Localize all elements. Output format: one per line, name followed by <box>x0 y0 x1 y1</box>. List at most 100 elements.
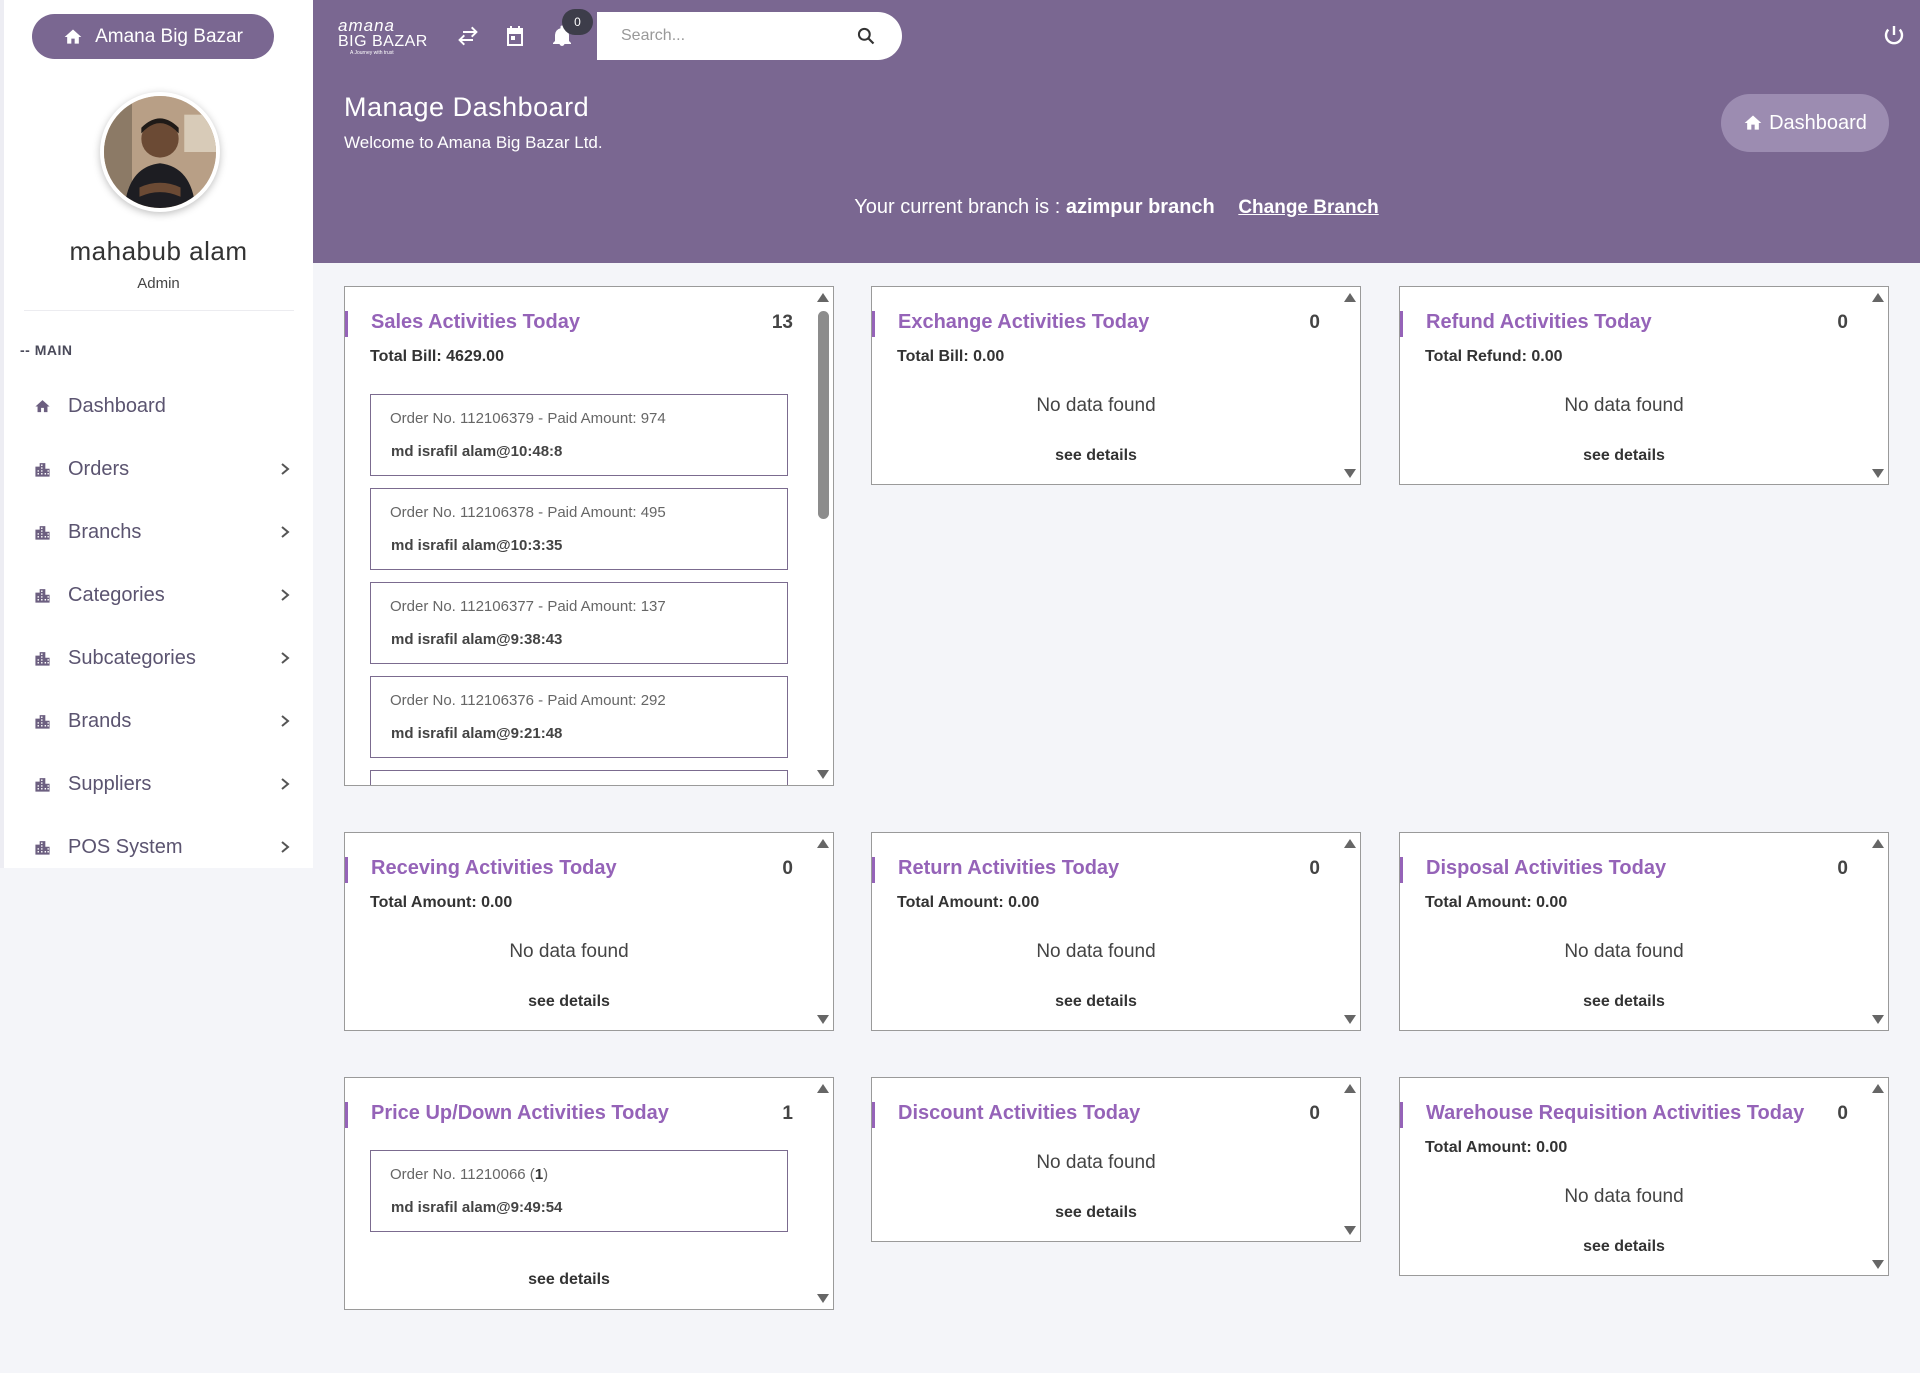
order-info: Order No. 112106378 - Paid Amount: 495 <box>390 504 666 521</box>
sidebar-item-label: Orders <box>68 458 130 480</box>
chevron-right-icon <box>279 523 291 541</box>
scroll-down-arrow-icon[interactable] <box>1344 1015 1356 1024</box>
return-activities-card: Return Activities Today 0 Total Amount: … <box>871 832 1361 1031</box>
search-icon[interactable] <box>856 26 876 46</box>
scrollbar-thumb[interactable] <box>818 311 829 519</box>
see-details-link[interactable]: see details <box>872 447 1320 465</box>
search-input[interactable] <box>597 13 837 59</box>
scroll-up-arrow-icon[interactable] <box>817 1084 829 1093</box>
logo-text: BIG BAZAR <box>338 33 428 50</box>
no-data-message: No data found <box>1036 1152 1156 1173</box>
card-title: Sales Activities Today <box>371 311 580 333</box>
card-title: Refund Activities Today <box>1426 311 1652 333</box>
scroll-up-arrow-icon[interactable] <box>817 293 829 302</box>
brand-button-label: Amana Big Bazar <box>95 25 243 47</box>
scroll-down-arrow-icon[interactable] <box>1872 1015 1884 1024</box>
scroll-down-arrow-icon[interactable] <box>1872 469 1884 478</box>
order-entry-partial[interactable] <box>370 770 788 785</box>
chevron-right-icon <box>279 838 291 856</box>
see-details-link[interactable]: see details <box>872 993 1320 1011</box>
building-icon <box>34 523 54 543</box>
notification-count-badge: 0 <box>562 9 593 35</box>
card-header: Refund Activities Today 0 <box>1400 311 1848 337</box>
card-count: 0 <box>1309 1103 1320 1124</box>
card-count: 0 <box>1309 312 1320 333</box>
brand-home-button[interactable]: Amana Big Bazar <box>32 14 274 59</box>
order-entry[interactable]: Order No. 112106378 - Paid Amount: 495 m… <box>370 488 788 570</box>
order-user: md israfil alam@9:49:54 <box>391 1199 563 1216</box>
no-data-message: No data found <box>1564 395 1684 416</box>
see-details-link[interactable]: see details <box>1400 993 1848 1011</box>
sidebar-item-suppliers[interactable]: Suppliers <box>4 753 313 816</box>
power-icon[interactable] <box>1882 23 1906 47</box>
see-details-link[interactable]: see details <box>872 1204 1320 1222</box>
card-count: 0 <box>1837 1103 1848 1124</box>
sidebar-item-label: Brands <box>68 710 132 732</box>
exchange-activities-card: Exchange Activities Today 0 Total Bill: … <box>871 286 1361 485</box>
order-entry[interactable]: Order No. 112106376 - Paid Amount: 292 m… <box>370 676 788 758</box>
sidebar-item-pos-system[interactable]: POS System <box>4 816 313 879</box>
no-data-message: No data found <box>1564 941 1684 962</box>
card-header: Warehouse Requisition Activities Today 0 <box>1400 1102 1848 1128</box>
scroll-down-arrow-icon[interactable] <box>1344 1226 1356 1235</box>
order-info: Order No. 112106379 - Paid Amount: 974 <box>390 410 666 427</box>
current-branch-line: Your current branch is : azimpur branch … <box>313 196 1920 219</box>
sidebar-item-categories[interactable]: Categories <box>4 564 313 627</box>
see-details-link[interactable]: see details <box>1400 447 1848 465</box>
scroll-up-arrow-icon[interactable] <box>1344 1084 1356 1093</box>
scroll-down-arrow-icon[interactable] <box>1344 469 1356 478</box>
home-icon <box>64 29 82 44</box>
swap-arrows-icon[interactable] <box>456 24 480 48</box>
sidebar-item-subcategories[interactable]: Subcategories <box>4 627 313 690</box>
card-total: Total Amount: 0.00 <box>370 894 513 911</box>
price-up-down-activities-card: Price Up/Down Activities Today 1 Order N… <box>344 1077 834 1310</box>
scroll-down-arrow-icon[interactable] <box>817 1015 829 1024</box>
scroll-up-arrow-icon[interactable] <box>1872 293 1884 302</box>
see-details-link[interactable]: see details <box>1400 1238 1848 1256</box>
order-entry[interactable]: Order No. 112106377 - Paid Amount: 137 m… <box>370 582 788 664</box>
page-subtitle: Welcome to Amana Big Bazar Ltd. <box>344 133 603 152</box>
order-entry[interactable]: Order No. 11210066 (1) md israfil alam@9… <box>370 1150 788 1232</box>
scroll-up-arrow-icon[interactable] <box>1872 839 1884 848</box>
calendar-icon[interactable] <box>503 24 527 48</box>
card-header: Return Activities Today 0 <box>872 857 1320 883</box>
scroll-up-arrow-icon[interactable] <box>1872 1084 1884 1093</box>
order-entry[interactable]: Order No. 112106379 - Paid Amount: 974 m… <box>370 394 788 476</box>
sidebar-nav: Dashboard Orders Branchs Categories Subc… <box>4 375 313 879</box>
card-total: Total Amount: 0.00 <box>897 894 1040 911</box>
page-title: Manage Dashboard <box>344 92 590 122</box>
building-icon <box>34 460 54 480</box>
scroll-down-arrow-icon[interactable] <box>1872 1260 1884 1269</box>
order-prefix: Order No. 11210066 ( <box>390 1166 535 1183</box>
no-data-message: No data found <box>1036 941 1156 962</box>
card-count: 0 <box>1309 858 1320 879</box>
card-title: Disposal Activities Today <box>1426 857 1667 879</box>
chevron-right-icon <box>279 460 291 478</box>
sidebar-item-dashboard[interactable]: Dashboard <box>4 375 313 438</box>
chevron-right-icon <box>279 775 291 793</box>
sidebar-item-orders[interactable]: Orders <box>4 438 313 501</box>
sidebar-item-label: Suppliers <box>68 773 152 795</box>
warehouse-requisition-activities-card: Warehouse Requisition Activities Today 0… <box>1399 1077 1889 1276</box>
sidebar-item-branchs[interactable]: Branchs <box>4 501 313 564</box>
scroll-up-arrow-icon[interactable] <box>1344 839 1356 848</box>
scroll-down-arrow-icon[interactable] <box>817 770 829 779</box>
no-data-message: No data found <box>509 941 629 962</box>
card-total: Total Bill: 4629.00 <box>370 348 504 365</box>
refund-activities-card: Refund Activities Today 0 Total Refund: … <box>1399 286 1889 485</box>
card-count: 0 <box>1837 312 1848 333</box>
scroll-down-arrow-icon[interactable] <box>817 1294 829 1303</box>
order-info: Order No. 112106376 - Paid Amount: 292 <box>390 692 666 709</box>
see-details-link[interactable]: see details <box>345 1271 793 1289</box>
card-title: Return Activities Today <box>898 857 1120 879</box>
scroll-up-arrow-icon[interactable] <box>1344 293 1356 302</box>
order-user: md israfil alam@10:48:8 <box>391 443 563 460</box>
brand-logo[interactable]: amana BIG BAZAR A Journey with trust <box>338 17 428 56</box>
scroll-up-arrow-icon[interactable] <box>817 839 829 848</box>
order-user: md israfil alam@10:3:35 <box>391 537 563 554</box>
see-details-link[interactable]: see details <box>345 993 793 1011</box>
change-branch-link[interactable]: Change Branch <box>1238 197 1378 218</box>
sidebar-item-brands[interactable]: Brands <box>4 690 313 753</box>
disposal-activities-card: Disposal Activities Today 0 Total Amount… <box>1399 832 1889 1031</box>
dashboard-button[interactable]: Dashboard <box>1721 94 1889 152</box>
